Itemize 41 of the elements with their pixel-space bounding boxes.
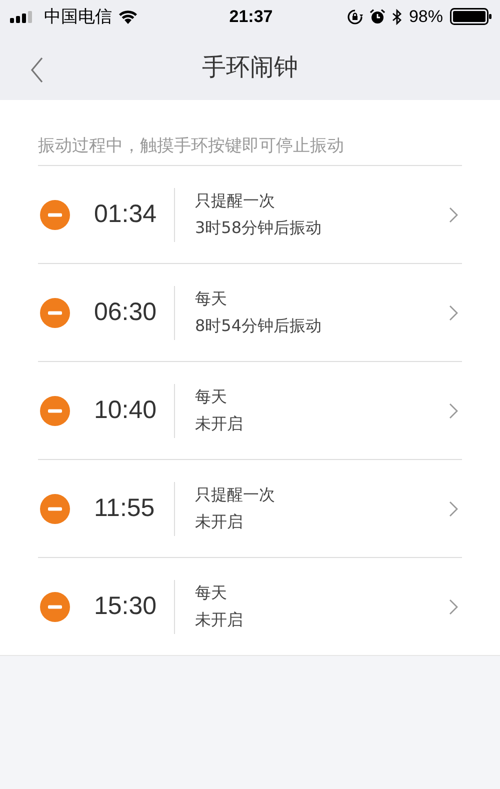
alarm-time: 11:55 xyxy=(94,494,156,523)
delete-icon[interactable] xyxy=(40,200,70,230)
bluetooth-icon xyxy=(392,8,402,24)
chevron-right-icon xyxy=(449,402,458,418)
alarm-status: 3时58分钟后振动 xyxy=(195,218,323,238)
alarm-time: 10:40 xyxy=(94,396,158,425)
alarm-row[interactable]: 15:30 每天 未开启 xyxy=(38,558,462,655)
alarm-icon xyxy=(370,9,385,24)
chevron-right-icon xyxy=(449,206,458,222)
alarm-row[interactable]: 11:55 只提醒一次 未开启 xyxy=(38,460,462,558)
alarm-status: 未开启 xyxy=(195,610,244,630)
repeat-text: 只提醒一次 xyxy=(195,190,276,212)
alarm-row[interactable]: 06:30 每天 8时54分钟后振动 xyxy=(38,264,462,362)
page-title: 手环闹钟 xyxy=(202,52,298,82)
back-icon[interactable] xyxy=(30,57,44,83)
hint-text: 振动过程中，触摸手环按键即可停止振动 xyxy=(38,100,462,166)
alarm-row[interactable]: 10:40 每天 未开启 xyxy=(38,362,462,460)
delete-icon[interactable] xyxy=(40,298,70,328)
wifi-icon xyxy=(118,9,138,24)
battery-icon xyxy=(450,8,492,25)
battery-percent: 98% xyxy=(408,6,443,26)
chevron-right-icon xyxy=(449,304,458,320)
chevron-right-icon xyxy=(449,500,458,516)
alarm-row[interactable]: 01:34 只提醒一次 3时58分钟后振动 xyxy=(38,166,462,264)
alarm-time: 01:34 xyxy=(94,200,158,229)
status-time: 21:37 xyxy=(229,6,273,26)
repeat-text: 每天 xyxy=(195,386,228,408)
repeat-text: 每天 xyxy=(195,288,228,310)
alarm-time: 15:30 xyxy=(94,592,158,621)
delete-icon[interactable] xyxy=(40,494,70,524)
repeat-text: 只提醒一次 xyxy=(195,484,276,506)
repeat-text: 每天 xyxy=(195,582,228,604)
delete-icon[interactable] xyxy=(40,396,70,426)
alarm-status: 未开启 xyxy=(195,512,244,532)
delete-icon[interactable] xyxy=(40,592,70,622)
carrier-name: 中国电信 xyxy=(44,6,112,28)
alarm-time: 06:30 xyxy=(94,298,158,327)
chevron-right-icon xyxy=(449,598,458,614)
alarm-status: 未开启 xyxy=(195,414,244,434)
alarm-status: 8时54分钟后振动 xyxy=(195,316,323,336)
rotation-lock-icon xyxy=(346,8,363,24)
